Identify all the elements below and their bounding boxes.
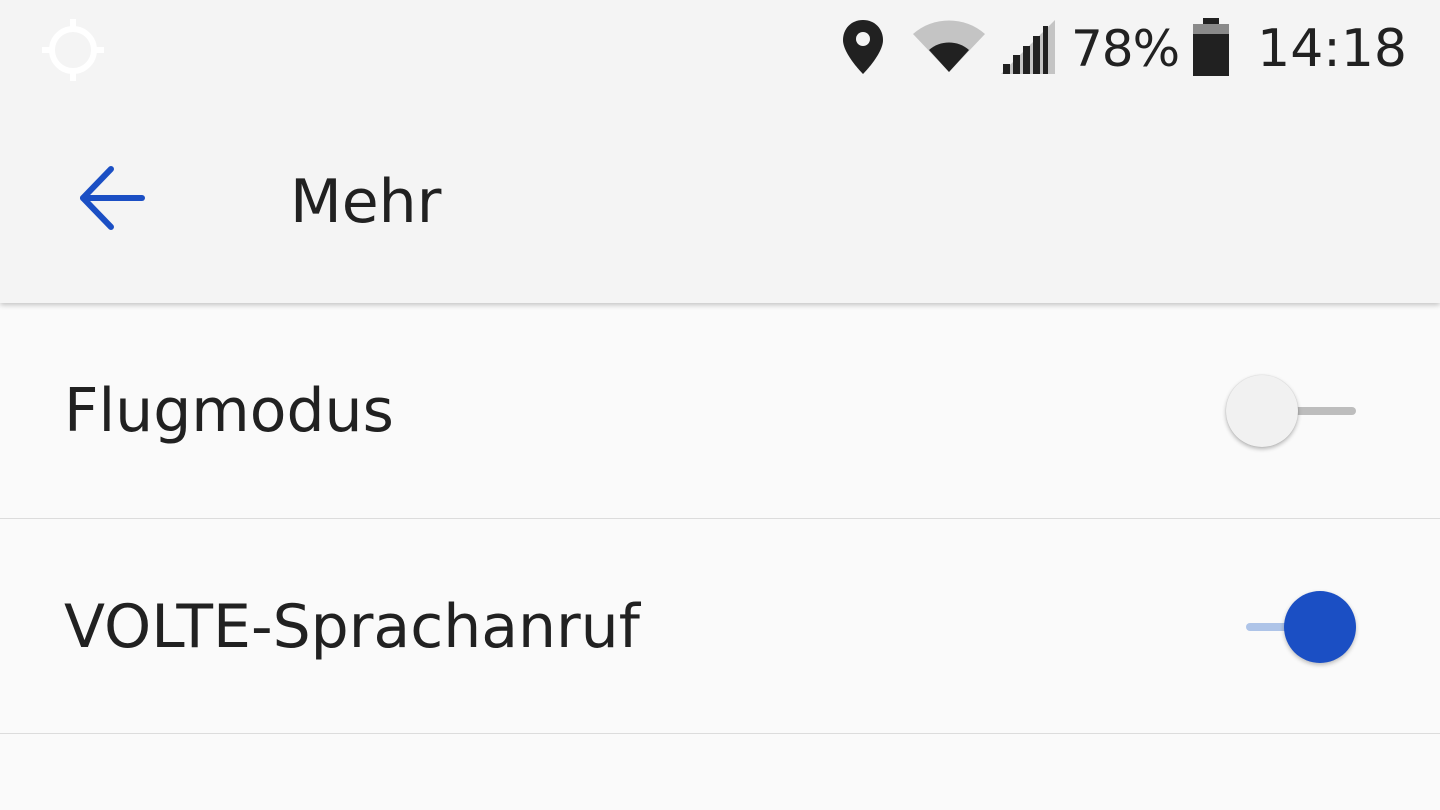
- battery-percent: 78%: [1071, 20, 1180, 78]
- status-icons: 78% 14:18: [841, 18, 1407, 80]
- back-button[interactable]: [62, 150, 162, 250]
- settings-list: Flugmodus VOLTE-Sprachanruf: [0, 303, 1440, 734]
- switch-thumb: [1226, 375, 1298, 447]
- battery-icon: [1191, 18, 1231, 80]
- volte-toggle[interactable]: [1226, 589, 1360, 665]
- wifi-icon: [913, 20, 985, 78]
- app-bar: 78% 14:18 Mehr: [0, 0, 1440, 303]
- setting-row-volte[interactable]: VOLTE-Sprachanruf: [0, 519, 1440, 734]
- arrow-back-icon: [79, 165, 145, 235]
- status-bar: 78% 14:18: [0, 0, 1440, 100]
- switch-thumb: [1284, 591, 1356, 663]
- setting-label: VOLTE-Sprachanruf: [64, 592, 640, 662]
- setting-row-flugmodus[interactable]: Flugmodus: [0, 303, 1440, 519]
- setting-label: Flugmodus: [64, 376, 394, 446]
- flugmodus-toggle[interactable]: [1226, 373, 1360, 449]
- toolbar: Mehr: [0, 100, 1440, 303]
- status-clock: 14:18: [1257, 19, 1407, 79]
- gps-crosshair-icon: [40, 17, 106, 83]
- cell-signal-icon: [999, 18, 1057, 80]
- location-pin-icon: [841, 18, 885, 80]
- page-title: Mehr: [290, 167, 442, 237]
